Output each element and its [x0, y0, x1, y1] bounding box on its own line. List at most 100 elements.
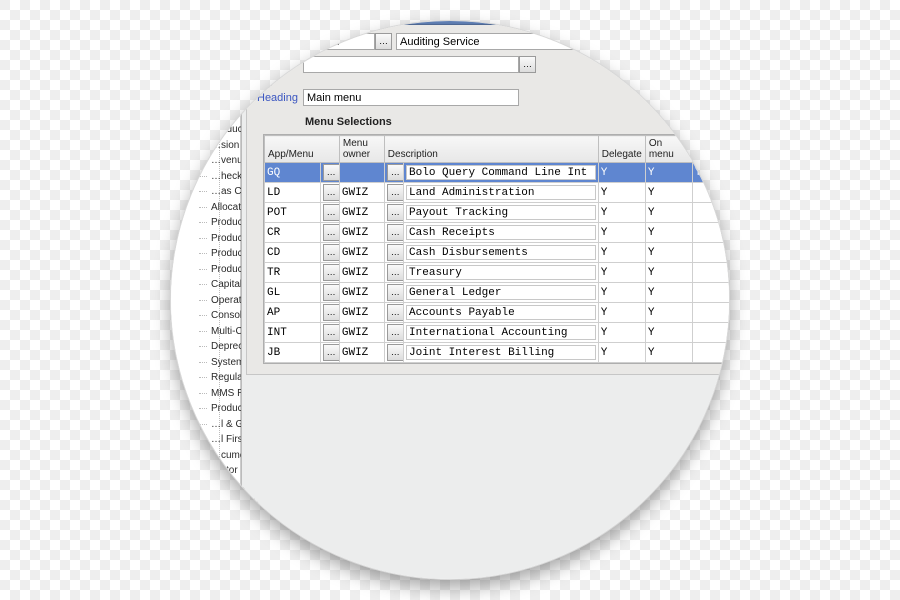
cell-delegate[interactable]: Y: [598, 203, 645, 223]
tree-item[interactable]: Consolidations: [201, 308, 240, 324]
cell-description[interactable]: [404, 263, 599, 283]
cell-update[interactable]: [692, 243, 730, 263]
tree-item[interactable]: …cument Management: [201, 448, 240, 464]
table-row[interactable]: AP…GWIZ…YY: [265, 303, 731, 323]
tree-item[interactable]: Production Interface: [201, 246, 240, 262]
cell-owner[interactable]: GWIZ: [339, 323, 384, 343]
col-delegate[interactable]: Delegate: [598, 136, 645, 163]
app-lookup-button[interactable]: …: [323, 264, 340, 281]
tree-item[interactable]: Production Access Interface: [201, 262, 240, 278]
tree-item[interactable]: …l Accounting: [201, 494, 240, 510]
cell-owner[interactable]: [339, 163, 384, 183]
col-description[interactable]: Description: [384, 136, 598, 163]
tree-item[interactable]: Multi-Currency: [201, 324, 240, 340]
cell-description[interactable]: [404, 243, 599, 263]
table-row[interactable]: JB…GWIZ…YY: [265, 343, 731, 363]
tree-item[interactable]: …as Control: [201, 184, 240, 200]
description-input[interactable]: [406, 305, 596, 320]
cell-app[interactable]: POT: [265, 203, 321, 223]
desc-lookup-button[interactable]: …: [387, 244, 404, 261]
desc-lookup-button[interactable]: …: [387, 284, 404, 301]
tree-item[interactable]: Capital Budgeting: [201, 277, 240, 293]
description-input[interactable]: [406, 165, 596, 180]
tree-item[interactable]: System Setup/Common Files: [201, 355, 240, 371]
description-input[interactable]: [406, 205, 596, 220]
tree-item[interactable]: Production: [201, 215, 240, 231]
desc-lookup-button[interactable]: …: [387, 164, 404, 181]
cell-app[interactable]: INT: [265, 323, 321, 343]
cell-onmenu[interactable]: Y: [645, 303, 692, 323]
tree-item[interactable]: Production: [201, 122, 240, 138]
desc-lookup-button[interactable]: …: [387, 224, 404, 241]
cell-delegate[interactable]: Y: [598, 223, 645, 243]
cell-description[interactable]: [404, 323, 599, 343]
cell-app[interactable]: GL: [265, 283, 321, 303]
tree-item[interactable]: …l First Purchaser: [201, 432, 240, 448]
tree-item[interactable]: Regulatory Reporting: [201, 370, 240, 386]
cell-description[interactable]: [404, 283, 599, 303]
tree-item[interactable]: MMS Royalty Reporting: [201, 386, 240, 402]
cell-update[interactable]: [692, 343, 730, 363]
desc-lookup-button[interactable]: …: [387, 304, 404, 321]
cell-update[interactable]: [692, 323, 730, 343]
table-row[interactable]: LD…GWIZ…YY: [265, 183, 731, 203]
cell-description[interactable]: [404, 303, 599, 323]
tree-item[interactable]: …nal Accounting: [201, 60, 240, 76]
tree-item[interactable]: …ts Receivable: [201, 91, 240, 107]
table-row[interactable]: TR…GWIZ…YY: [265, 263, 731, 283]
user-input[interactable]: [303, 33, 375, 50]
description-input[interactable]: [406, 225, 596, 240]
user-lookup-button[interactable]: …: [375, 33, 392, 50]
cell-onmenu[interactable]: Y: [645, 223, 692, 243]
cell-onmenu[interactable]: Y: [645, 343, 692, 363]
desc-lookup-button[interactable]: …: [387, 184, 404, 201]
desc-lookup-button[interactable]: …: [387, 204, 404, 221]
cell-owner[interactable]: GWIZ: [339, 183, 384, 203]
description-input[interactable]: [406, 345, 596, 360]
cell-description[interactable]: [404, 163, 599, 183]
tree-item[interactable]: …Tracking: [201, 107, 240, 123]
table-row[interactable]: GQ……YYY: [265, 163, 731, 183]
description-input[interactable]: [406, 285, 596, 300]
cell-onmenu[interactable]: Y: [645, 323, 692, 343]
tree-item[interactable]: Operational Budgeting: [201, 293, 240, 309]
tree-item[interactable]: …l & Gas Purchaser: [201, 417, 240, 433]
tree-item[interactable]: Allocation & Valuation: [201, 200, 240, 216]
tree-item[interactable]: …istrator: [201, 553, 240, 569]
cell-description[interactable]: [404, 223, 599, 243]
cell-delegate[interactable]: Y: [598, 243, 645, 263]
cell-description[interactable]: [404, 343, 599, 363]
cell-update[interactable]: [692, 303, 730, 323]
desc-lookup-button[interactable]: …: [387, 264, 404, 281]
app-lookup-button[interactable]: …: [323, 204, 340, 221]
cell-app[interactable]: GQ: [265, 163, 321, 183]
tree-item[interactable]: Production Accounting: [201, 231, 240, 247]
app-lookup-button[interactable]: …: [323, 184, 340, 201]
cell-owner[interactable]: GWIZ: [339, 243, 384, 263]
app-lookup-button[interactable]: …: [323, 304, 340, 321]
tree-item[interactable]: …ayable: [201, 45, 240, 61]
tree-item[interactable]: …venue Accounting: [201, 153, 240, 169]
tree-item[interactable]: …ge Logging: [201, 569, 240, 581]
tree-item[interactable]: …sion of Interest: [201, 138, 240, 154]
cell-app[interactable]: JB: [265, 343, 321, 363]
col-update[interactable]: Update: [692, 136, 730, 163]
col-on-menu[interactable]: On menu: [645, 136, 692, 163]
cell-delegate[interactable]: Y: [598, 263, 645, 283]
cell-owner[interactable]: GWIZ: [339, 343, 384, 363]
cell-update[interactable]: [692, 263, 730, 283]
cell-app[interactable]: AP: [265, 303, 321, 323]
menu-lookup-button[interactable]: …: [519, 56, 536, 73]
cell-update[interactable]: [692, 223, 730, 243]
cell-delegate[interactable]: Y: [598, 283, 645, 303]
desc-lookup-button[interactable]: …: [387, 324, 404, 341]
cell-update[interactable]: [692, 203, 730, 223]
cell-owner[interactable]: GWIZ: [339, 203, 384, 223]
tree-item[interactable]: …heck Stub Data Exchange: [201, 169, 240, 185]
tree-item[interactable]: …r: [201, 29, 240, 45]
app-lookup-button[interactable]: …: [323, 244, 340, 261]
desc-lookup-button[interactable]: …: [387, 344, 404, 361]
app-lookup-button[interactable]: …: [323, 284, 340, 301]
heading-input[interactable]: [303, 89, 519, 106]
table-row[interactable]: CD…GWIZ…YY: [265, 243, 731, 263]
